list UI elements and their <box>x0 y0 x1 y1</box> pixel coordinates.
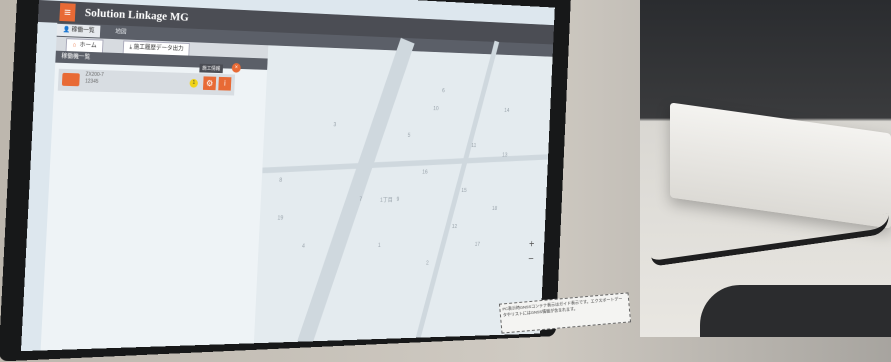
map-block-number: 12 <box>451 224 458 230</box>
map-block-number: 6 <box>441 88 445 95</box>
count-badge: 1 <box>189 78 199 88</box>
map-block-number: 1 <box>377 243 381 249</box>
laptop-screen: ≡ Solution Linkage MG 👤 稼働一覧 地図 ⌂ ホーム ⤓ … <box>20 0 555 352</box>
map-block-number: 17 <box>474 242 481 248</box>
map-block-number: 8 <box>279 177 283 184</box>
map-block-number: 18 <box>491 206 498 212</box>
map-block-number: 11 <box>471 143 477 149</box>
map-block-number: 2 <box>425 260 429 267</box>
nav-item-map[interactable]: 地図 <box>109 26 132 39</box>
map-road <box>410 40 500 352</box>
gear-icon[interactable]: ⚙ <box>202 76 217 91</box>
map-block-number: 5 <box>407 133 411 139</box>
panel-title: 稼働機一覧 <box>61 53 91 61</box>
map-block-number: 13 <box>502 152 508 159</box>
nav-item-operation-list[interactable]: 👤 稼働一覧 <box>56 23 101 38</box>
list-item[interactable]: ZX200-7 12345 1 施工情報 × ⚙ i <box>57 62 241 96</box>
home-icon: ⌂ <box>72 42 77 49</box>
mouse-pad <box>700 285 891 337</box>
close-icon[interactable]: × <box>231 62 241 73</box>
hamburger-icon[interactable]: ≡ <box>59 3 76 22</box>
map-block-number: 9 <box>396 197 400 203</box>
app-title: Solution Linkage MG <box>84 5 190 24</box>
map-block-number: 4 <box>301 243 305 250</box>
machine-serial: 12345 <box>85 78 99 85</box>
machine-info: ZX200-7 12345 <box>85 72 104 86</box>
download-icon: ⤓ <box>129 44 133 51</box>
map-block-number: 7 <box>359 197 363 203</box>
map-road <box>292 37 415 352</box>
nav-label: 地図 <box>115 29 127 36</box>
zoom-in-button[interactable]: + <box>529 237 535 249</box>
zoom-out-button[interactable]: − <box>528 252 534 264</box>
nav-label: 稼働一覧 <box>71 27 95 35</box>
tooltip: 施工情報 <box>199 63 224 74</box>
map-block-number: 15 <box>461 188 467 194</box>
machine-icon <box>61 72 80 87</box>
map-block-number: 16 <box>422 169 428 176</box>
map-block-label: 1丁目 <box>379 198 393 204</box>
tab-label: 施工履歴データ出力 <box>133 44 184 53</box>
map-block-number: 3 <box>333 122 337 129</box>
map-block-number: 10 <box>433 106 439 113</box>
machine-list-panel: 稼働機一覧 ZX200-7 12345 1 施工情報 × ⚙ i <box>40 50 268 351</box>
tab-label: ホーム <box>79 42 97 50</box>
info-button[interactable]: i <box>218 76 232 91</box>
map-block-number: 14 <box>504 108 510 114</box>
map-block-number: 19 <box>277 215 284 222</box>
user-icon: 👤 <box>62 27 71 34</box>
